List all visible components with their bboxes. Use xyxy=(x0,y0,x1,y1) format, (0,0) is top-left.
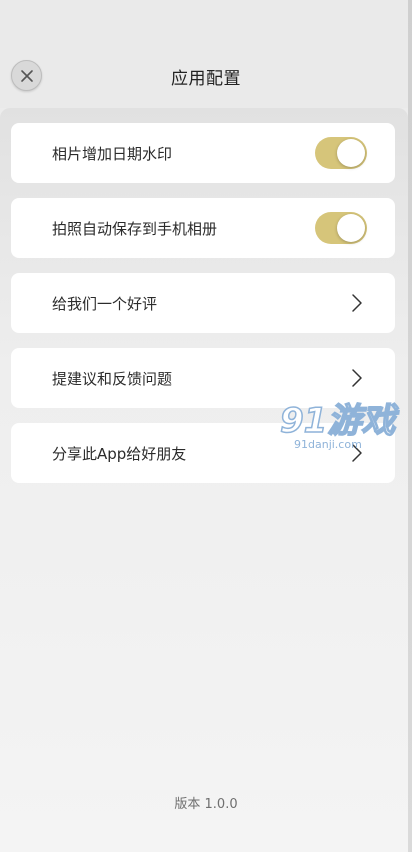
setting-label: 给我们一个好评 xyxy=(52,294,158,313)
edge-strip xyxy=(408,0,412,852)
chevron-right-icon xyxy=(352,444,362,462)
toggle-knob xyxy=(337,139,365,167)
setting-label: 分享此App给好朋友 xyxy=(52,444,187,463)
setting-row-rate-app[interactable]: 给我们一个好评 xyxy=(11,273,395,333)
toggle-knob xyxy=(337,214,365,242)
auto-save-toggle[interactable] xyxy=(315,212,367,244)
setting-label: 提建议和反馈问题 xyxy=(52,369,173,388)
setting-row-auto-save[interactable]: 拍照自动保存到手机相册 xyxy=(11,198,395,258)
page-title: 应用配置 xyxy=(171,69,241,89)
version-label: 版本 1.0.0 xyxy=(174,797,238,812)
setting-label: 拍照自动保存到手机相册 xyxy=(52,219,218,238)
setting-row-share[interactable]: 分享此App给好朋友 xyxy=(11,423,395,483)
setting-row-feedback[interactable]: 提建议和反馈问题 xyxy=(11,348,395,408)
chevron-right-icon xyxy=(352,369,362,387)
chevron-right-icon xyxy=(352,294,362,312)
setting-row-date-watermark[interactable]: 相片增加日期水印 xyxy=(11,123,395,183)
app-header: 应用配置 xyxy=(0,0,412,108)
date-watermark-toggle[interactable] xyxy=(315,137,367,169)
setting-label: 相片增加日期水印 xyxy=(52,144,173,163)
